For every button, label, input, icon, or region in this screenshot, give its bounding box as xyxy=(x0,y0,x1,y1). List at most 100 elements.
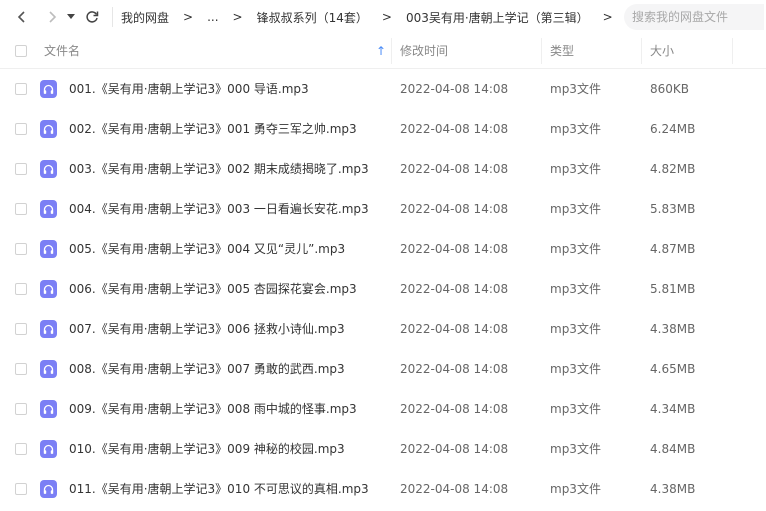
file-list: 001.《吴有用·唐朝上学记3》000 导语.mp3 2022-04-08 14:… xyxy=(0,69,766,509)
column-header-name[interactable]: 文件名 xyxy=(44,34,80,68)
forward-arrow-icon[interactable] xyxy=(40,5,64,29)
file-size: 5.83MB xyxy=(650,202,696,216)
file-size: 5.81MB xyxy=(650,282,696,296)
file-type: mp3文件 xyxy=(550,322,601,336)
row-checkbox[interactable] xyxy=(15,83,27,95)
row-checkbox[interactable] xyxy=(15,323,27,335)
file-type: mp3文件 xyxy=(550,162,601,176)
file-name[interactable]: 002.《吴有用·唐朝上学记3》001 勇夺三军之帅.mp3 xyxy=(69,109,357,149)
file-row[interactable]: 006.《吴有用·唐朝上学记3》005 杏园探花宴会.mp3 2022-04-08… xyxy=(0,269,766,309)
file-size: 4.34MB xyxy=(650,402,696,416)
column-divider xyxy=(541,38,542,64)
breadcrumb-item-current[interactable]: 003吴有用·唐朝上学记（第三辑） xyxy=(406,9,589,26)
refresh-icon[interactable] xyxy=(80,5,104,29)
row-checkbox[interactable] xyxy=(15,403,27,415)
file-row[interactable]: 003.《吴有用·唐朝上学记3》002 期末成绩揭晓了.mp3 2022-04-0… xyxy=(0,149,766,189)
file-type: mp3文件 xyxy=(550,362,601,376)
back-arrow-icon[interactable] xyxy=(10,5,34,29)
headphones-icon xyxy=(40,320,57,338)
headphones-icon xyxy=(40,120,57,138)
file-name[interactable]: 009.《吴有用·唐朝上学记3》008 雨中城的怪事.mp3 xyxy=(69,389,357,429)
headphones-icon xyxy=(40,160,57,178)
file-row[interactable]: 001.《吴有用·唐朝上学记3》000 导语.mp3 2022-04-08 14:… xyxy=(0,69,766,109)
file-modified: 2022-04-08 14:08 xyxy=(400,162,509,176)
file-name[interactable]: 001.《吴有用·唐朝上学记3》000 导语.mp3 xyxy=(69,69,309,109)
headphones-icon xyxy=(40,440,57,458)
toolbar-divider xyxy=(112,7,113,27)
file-modified: 2022-04-08 14:08 xyxy=(400,442,509,456)
file-modified: 2022-04-08 14:08 xyxy=(400,362,509,376)
history-dropdown-icon[interactable] xyxy=(64,5,78,29)
file-name[interactable]: 008.《吴有用·唐朝上学记3》007 勇敢的武西.mp3 xyxy=(69,349,345,389)
column-header-size[interactable]: 大小 xyxy=(650,34,674,68)
row-checkbox[interactable] xyxy=(15,243,27,255)
breadcrumb-item-series[interactable]: 锋叔叔系列（14套） xyxy=(257,9,368,26)
file-name[interactable]: 007.《吴有用·唐朝上学记3》006 拯救小诗仙.mp3 xyxy=(69,309,345,349)
breadcrumb: 我的网盘 > ... > 锋叔叔系列（14套） > 003吴有用·唐朝上学记（第… xyxy=(121,9,627,26)
file-name[interactable]: 006.《吴有用·唐朝上学记3》005 杏园探花宴会.mp3 xyxy=(69,269,357,309)
file-modified: 2022-04-08 14:08 xyxy=(400,202,509,216)
search-input[interactable] xyxy=(624,4,764,30)
row-checkbox[interactable] xyxy=(15,283,27,295)
file-type: mp3文件 xyxy=(550,242,601,256)
file-name[interactable]: 005.《吴有用·唐朝上学记3》004 又见“灵儿”.mp3 xyxy=(69,229,345,269)
file-row[interactable]: 011.《吴有用·唐朝上学记3》010 不可思议的真相.mp3 2022-04-0… xyxy=(0,469,766,509)
headphones-icon xyxy=(40,80,57,98)
file-row[interactable]: 007.《吴有用·唐朝上学记3》006 拯救小诗仙.mp3 2022-04-08 … xyxy=(0,309,766,349)
chevron-right-icon: > xyxy=(381,10,392,24)
file-size: 4.84MB xyxy=(650,442,696,456)
file-name[interactable]: 003.《吴有用·唐朝上学记3》002 期末成绩揭晓了.mp3 xyxy=(69,149,369,189)
headphones-icon xyxy=(40,480,57,498)
file-row[interactable]: 005.《吴有用·唐朝上学记3》004 又见“灵儿”.mp3 2022-04-08… xyxy=(0,229,766,269)
headphones-icon xyxy=(40,360,57,378)
column-header-type[interactable]: 类型 xyxy=(550,34,574,68)
file-type: mp3文件 xyxy=(550,282,601,296)
file-row[interactable]: 009.《吴有用·唐朝上学记3》008 雨中城的怪事.mp3 2022-04-08… xyxy=(0,389,766,429)
file-row[interactable]: 010.《吴有用·唐朝上学记3》009 神秘的校园.mp3 2022-04-08 … xyxy=(0,429,766,469)
file-size: 4.87MB xyxy=(650,242,696,256)
file-type: mp3文件 xyxy=(550,82,601,96)
file-size: 4.38MB xyxy=(650,322,696,336)
file-row[interactable]: 008.《吴有用·唐朝上学记3》007 勇敢的武西.mp3 2022-04-08 … xyxy=(0,349,766,389)
file-type: mp3文件 xyxy=(550,442,601,456)
row-checkbox[interactable] xyxy=(15,163,27,175)
headphones-icon xyxy=(40,240,57,258)
file-list-header: 文件名 ↑ 修改时间 类型 大小 xyxy=(0,34,766,69)
file-modified: 2022-04-08 14:08 xyxy=(400,122,509,136)
row-checkbox[interactable] xyxy=(15,483,27,495)
sort-ascending-icon[interactable]: ↑ xyxy=(376,34,386,68)
file-modified: 2022-04-08 14:08 xyxy=(400,242,509,256)
chevron-right-icon: > xyxy=(183,10,194,24)
file-name[interactable]: 004.《吴有用·唐朝上学记3》003 一日看遍长安花.mp3 xyxy=(69,189,369,229)
file-row[interactable]: 004.《吴有用·唐朝上学记3》003 一日看遍长安花.mp3 2022-04-0… xyxy=(0,189,766,229)
file-size: 4.82MB xyxy=(650,162,696,176)
headphones-icon xyxy=(40,280,57,298)
file-modified: 2022-04-08 14:08 xyxy=(400,282,509,296)
column-divider xyxy=(732,38,733,64)
headphones-icon xyxy=(40,200,57,218)
row-checkbox[interactable] xyxy=(15,123,27,135)
file-name[interactable]: 011.《吴有用·唐朝上学记3》010 不可思议的真相.mp3 xyxy=(69,469,369,509)
column-divider xyxy=(391,38,392,64)
file-size: 4.65MB xyxy=(650,362,696,376)
file-type: mp3文件 xyxy=(550,402,601,416)
headphones-icon xyxy=(40,400,57,418)
file-modified: 2022-04-08 14:08 xyxy=(400,402,509,416)
file-row[interactable]: 002.《吴有用·唐朝上学记3》001 勇夺三军之帅.mp3 2022-04-08… xyxy=(0,109,766,149)
row-checkbox[interactable] xyxy=(15,203,27,215)
select-all-checkbox[interactable] xyxy=(15,45,27,57)
file-name[interactable]: 010.《吴有用·唐朝上学记3》009 神秘的校园.mp3 xyxy=(69,429,345,469)
column-header-modified[interactable]: 修改时间 xyxy=(400,34,448,68)
column-divider xyxy=(641,38,642,64)
file-size: 4.38MB xyxy=(650,482,696,496)
chevron-right-icon: > xyxy=(232,10,243,24)
breadcrumb-item-ellipsis[interactable]: ... xyxy=(207,10,218,24)
row-checkbox[interactable] xyxy=(15,363,27,375)
toolbar: 我的网盘 > ... > 锋叔叔系列（14套） > 003吴有用·唐朝上学记（第… xyxy=(0,0,766,34)
row-checkbox[interactable] xyxy=(15,443,27,455)
file-size: 6.24MB xyxy=(650,122,696,136)
file-size: 860KB xyxy=(650,82,690,96)
file-type: mp3文件 xyxy=(550,202,601,216)
file-modified: 2022-04-08 14:08 xyxy=(400,482,509,496)
breadcrumb-item-root[interactable]: 我的网盘 xyxy=(121,9,169,26)
